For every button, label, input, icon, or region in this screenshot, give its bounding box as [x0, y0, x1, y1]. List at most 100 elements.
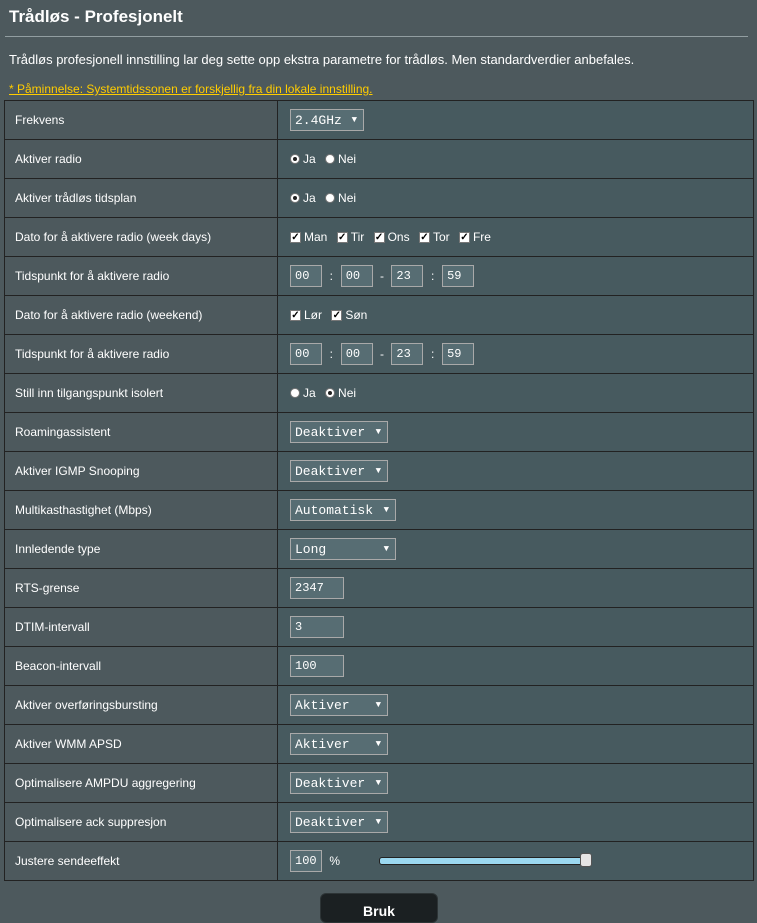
time-colon: :	[431, 347, 435, 361]
igmp-select[interactable]: Deaktiver ▼	[290, 460, 388, 482]
beacon-input[interactable]: 100	[290, 655, 344, 677]
checkbox-icon[interactable]: ✓	[331, 309, 343, 321]
roaming-select[interactable]: Deaktiver ▼	[290, 421, 388, 443]
checkbox-icon[interactable]: ✓	[373, 231, 385, 243]
radio-icon[interactable]	[325, 193, 336, 204]
wmm-apsd-row: Aktiver WMM APSD Aktiver ▼	[4, 724, 754, 764]
weekday-ons-option[interactable]: ✓ Ons	[373, 230, 410, 245]
rts-input[interactable]: 2347	[290, 577, 344, 599]
roaming-row: Roamingassistent Deaktiver ▼	[4, 412, 754, 452]
weekend-row: Dato for å aktivere radio (weekend) ✓ Lø…	[4, 295, 754, 335]
weekday-end-hour-input[interactable]: 23	[391, 265, 424, 287]
dtim-input[interactable]: 3	[290, 616, 344, 638]
chevron-down-icon: ▼	[383, 505, 389, 515]
ack-select[interactable]: Deaktiver ▼	[290, 811, 388, 833]
beacon-label: Beacon-intervall	[4, 646, 278, 686]
weekend-start-minute-input[interactable]: 00	[340, 343, 373, 365]
tx-power-slider-handle[interactable]	[580, 853, 593, 867]
radio-icon[interactable]	[290, 154, 300, 165]
weekday-man-option[interactable]: ✓ Man	[290, 230, 327, 244]
checkbox-icon[interactable]: ✓	[290, 231, 301, 243]
dtim-row: DTIM-intervall 3	[4, 607, 754, 647]
checkbox-icon[interactable]: ✓	[290, 309, 301, 321]
page-title: Trådløs - Profesjonelt	[9, 7, 183, 26]
ampdu-value: Deaktiver	[295, 775, 366, 791]
weekday-tor-option[interactable]: ✓ Tor	[418, 230, 450, 244]
weekday-fre-label: Fre	[472, 230, 491, 245]
chevron-down-icon: ▼	[375, 739, 381, 749]
wmm-apsd-value: Aktiver	[295, 736, 350, 752]
chevron-down-icon: ▼	[375, 778, 381, 788]
enable-schedule-yes-label: Ja	[303, 191, 316, 206]
multicast-rate-row: Multikasthastighet (Mbps) Automatisk ▼	[4, 490, 754, 530]
radio-icon[interactable]	[325, 154, 336, 165]
enable-radio-yes-label: Ja	[303, 152, 316, 167]
wmm-apsd-select[interactable]: Aktiver ▼	[290, 733, 388, 755]
weekend-son-option[interactable]: ✓ Søn	[331, 308, 367, 322]
radio-icon[interactable]	[325, 388, 336, 399]
chevron-down-icon: ▼	[375, 466, 381, 476]
weekend-end-hour-input[interactable]: 23	[391, 343, 424, 365]
weekend-time-row: Tidspunkt for å aktivere radio 00 : 00 -…	[4, 334, 754, 374]
weekday-fre-option[interactable]: ✓ Fre	[458, 230, 491, 245]
enable-schedule-row: Aktiver trådløs tidsplan Ja Nei	[4, 178, 754, 218]
checkbox-icon[interactable]: ✓	[418, 231, 430, 243]
weekend-lor-option[interactable]: ✓ Lør	[290, 308, 322, 322]
igmp-label: Aktiver IGMP Snooping	[4, 451, 278, 491]
ap-isolated-no-option[interactable]: Nei	[325, 386, 356, 400]
enable-radio-yes-option[interactable]: Ja	[290, 152, 316, 166]
preamble-select[interactable]: Long ▼	[290, 538, 396, 560]
weekday-time-row: Tidspunkt for å aktivere radio 00 : 00 -…	[4, 256, 754, 296]
radio-icon[interactable]	[290, 193, 300, 204]
page-description: Trådløs profesjonell innstilling lar deg…	[9, 52, 635, 67]
weekday-end-minute-input[interactable]: 59	[442, 265, 475, 287]
checkbox-icon[interactable]: ✓	[336, 231, 348, 243]
weekday-start-hour-input[interactable]: 00	[290, 265, 322, 287]
igmp-row: Aktiver IGMP Snooping Deaktiver ▼	[4, 451, 754, 491]
ampdu-select[interactable]: Deaktiver ▼	[290, 772, 388, 794]
time-colon: :	[329, 269, 334, 283]
dtim-label: DTIM-intervall	[4, 607, 278, 647]
bursting-label: Aktiver overføringsbursting	[4, 685, 278, 725]
frequency-label: Frekvens	[4, 100, 278, 140]
ap-isolated-label: Still inn tilgangspunkt isolert	[4, 373, 278, 413]
bursting-select[interactable]: Aktiver ▼	[290, 694, 388, 716]
checkbox-icon[interactable]: ✓	[458, 231, 470, 243]
ack-value: Deaktiver	[295, 814, 366, 830]
wmm-apsd-label: Aktiver WMM APSD	[4, 724, 278, 764]
enable-schedule-no-option[interactable]: Nei	[325, 191, 356, 205]
multicast-rate-select[interactable]: Automatisk ▼	[290, 499, 396, 521]
preamble-row: Innledende type Long ▼	[4, 529, 754, 569]
title-divider	[5, 36, 748, 37]
enable-radio-label: Aktiver radio	[4, 139, 278, 179]
tx-power-slider[interactable]	[379, 853, 593, 867]
weekday-start-minute-input[interactable]: 00	[340, 265, 373, 287]
rts-row: RTS-grense 2347	[4, 568, 754, 608]
frequency-row: Frekvens 2.4GHz ▼	[4, 100, 754, 140]
ap-isolated-yes-option[interactable]: Ja	[290, 386, 316, 400]
weekend-start-hour-input[interactable]: 00	[290, 343, 322, 365]
weekday-tir-option[interactable]: ✓ Tir	[336, 230, 364, 244]
radio-icon[interactable]	[290, 388, 300, 399]
igmp-value: Deaktiver	[295, 463, 366, 479]
tx-power-label: Justere sendeeffekt	[4, 841, 278, 881]
enable-radio-no-option[interactable]: Nei	[325, 152, 356, 166]
tx-power-unit: %	[329, 854, 341, 868]
bursting-row: Aktiver overføringsbursting Aktiver ▼	[4, 685, 754, 725]
weekend-label: Dato for å aktivere radio (weekend)	[4, 295, 278, 335]
weekend-end-minute-input[interactable]: 59	[442, 343, 475, 365]
ampdu-row: Optimalisere AMPDU aggregering Deaktiver…	[4, 763, 754, 803]
ap-isolated-no-label: Nei	[338, 386, 357, 401]
weekend-son-label: Søn	[345, 308, 368, 323]
weekday-ons-label: Ons	[387, 230, 410, 245]
frequency-select[interactable]: 2.4GHz ▼	[290, 109, 364, 131]
weekday-man-label: Man	[304, 230, 328, 245]
chevron-down-icon: ▼	[375, 427, 381, 437]
apply-button[interactable]: Bruk	[320, 893, 438, 923]
time-colon: :	[431, 269, 435, 283]
ap-isolated-row: Still inn tilgangspunkt isolert Ja Nei	[4, 373, 754, 413]
preamble-value: Long	[295, 541, 327, 557]
tx-power-input[interactable]: 100	[290, 850, 322, 872]
enable-schedule-yes-option[interactable]: Ja	[290, 191, 316, 205]
timezone-reminder-link[interactable]: * Påminnelse: Systemtidssonen er forskje…	[9, 82, 373, 96]
